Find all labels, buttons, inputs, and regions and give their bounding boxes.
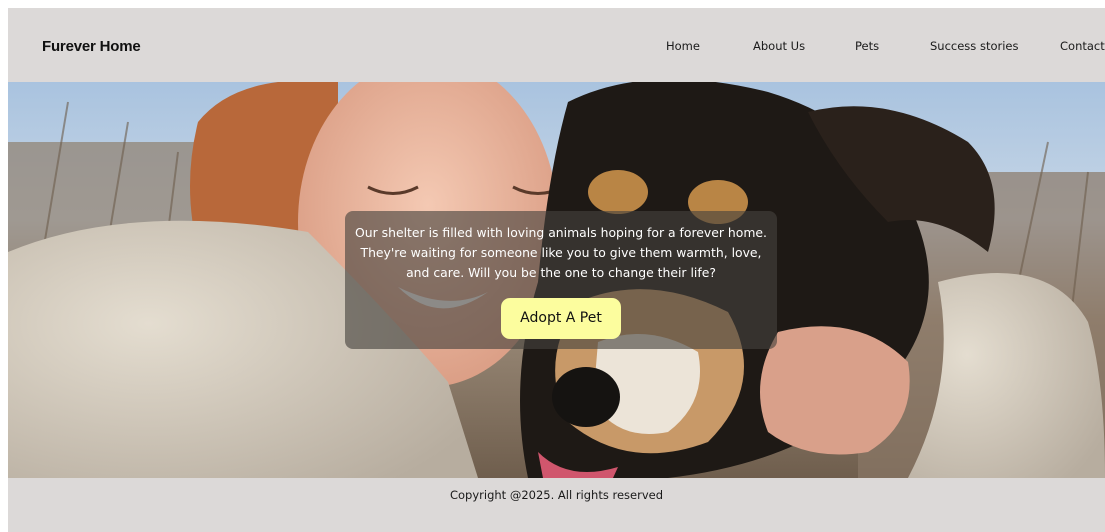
nav-about-us[interactable]: About Us [753,39,805,53]
hero-message-card: Our shelter is filled with loving animal… [345,211,777,349]
nav-home[interactable]: Home [666,39,700,53]
adopt-a-pet-button[interactable]: Adopt A Pet [501,298,621,339]
footer: Copyright @2025. All rights reserved [8,478,1105,532]
hero-message: Our shelter is filled with loving animal… [355,225,767,280]
nav-success-stories[interactable]: Success stories [930,39,1018,53]
navbar: Furever Home Home About Us Pets Success … [8,8,1105,82]
brand-logo[interactable]: Furever Home [42,38,141,55]
nav-contact[interactable]: Contact [1060,39,1105,53]
page: Furever Home Home About Us Pets Success … [8,8,1105,532]
copyright-text: Copyright @2025. All rights reserved [449,488,664,502]
hero-section: Our shelter is filled with loving animal… [8,82,1105,478]
nav-pets[interactable]: Pets [855,39,879,53]
